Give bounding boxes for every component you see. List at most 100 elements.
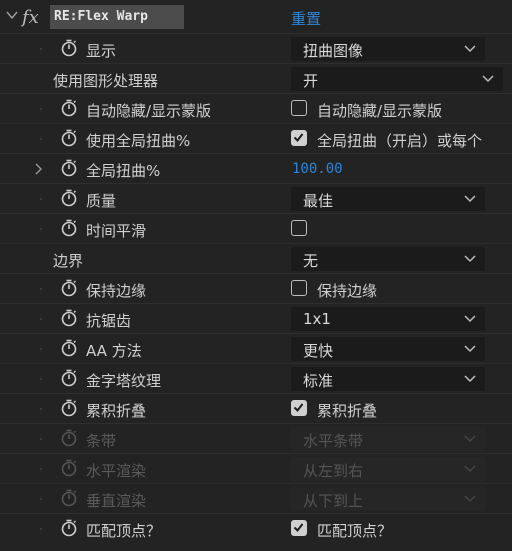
row-border: 边界 无	[0, 243, 512, 274]
row-use-gpu: 使用图形处理器 开	[0, 63, 512, 94]
row-label: AA 方法	[86, 342, 142, 360]
tree-dot	[40, 348, 42, 350]
stopwatch-icon[interactable]	[60, 38, 78, 58]
row-match-vertices: 匹配顶点？ 匹配顶点？	[0, 513, 512, 544]
stopwatch-icon[interactable]	[60, 338, 78, 358]
stopwatch-icon[interactable]	[60, 218, 78, 238]
row-label: 垂直渲染	[86, 492, 147, 510]
dropdown-value: 1x1	[303, 310, 331, 328]
chevron-down-icon[interactable]	[5, 8, 19, 22]
row-label: 匹配顶点？	[86, 522, 162, 540]
tree-dot	[40, 528, 42, 530]
chevron-down-icon	[464, 345, 476, 353]
border-dropdown[interactable]: 无	[291, 247, 485, 271]
stopwatch-icon[interactable]	[60, 98, 78, 118]
tree-dot	[40, 288, 42, 290]
vertical-render-dropdown: 从下到上	[291, 487, 485, 511]
checkbox-label[interactable]: 自动隐藏/显示蒙版	[317, 100, 442, 121]
dropdown-value: 从下到上	[303, 492, 364, 510]
checkbox-label[interactable]: 全局扭曲（开启）或每个	[317, 130, 482, 151]
auto-hide-masks-checkbox[interactable]	[291, 100, 307, 116]
stopwatch-icon[interactable]	[60, 368, 78, 388]
stopwatch-icon[interactable]	[60, 158, 78, 178]
effect-name[interactable]: RE:Flex Warp	[50, 5, 184, 29]
tree-dot	[40, 468, 42, 470]
stopwatch-icon	[61, 429, 77, 447]
checkmark-icon	[293, 133, 304, 143]
stopwatch-icon[interactable]	[60, 128, 78, 148]
chevron-down-icon	[464, 465, 476, 473]
use-global-warp-checkbox[interactable]	[291, 130, 307, 146]
global-warp-value[interactable]: 100.00	[292, 161, 343, 177]
row-label: 累积折叠	[86, 402, 147, 420]
stopwatch-icon[interactable]	[60, 518, 78, 538]
chevron-right-icon[interactable]	[34, 162, 44, 176]
chevron-down-icon	[464, 45, 476, 53]
row-label: 抗锯齿	[86, 312, 132, 330]
time-smoothing-checkbox[interactable]	[291, 220, 307, 236]
reset-link[interactable]: 重置	[291, 8, 321, 29]
row-label: 显示	[86, 42, 117, 60]
accumulate-folds-checkbox[interactable]	[291, 400, 307, 416]
row-label: 金字塔纹理	[86, 372, 162, 390]
stopwatch-icon	[61, 489, 77, 507]
pyramid-texture-dropdown[interactable]: 标准	[291, 367, 485, 391]
antialiasing-dropdown[interactable]: 1x1	[291, 307, 485, 331]
row-label: 条带	[86, 432, 117, 450]
dropdown-value: 更快	[303, 342, 334, 360]
row-keep-edges: 保持边缘 保持边缘	[0, 273, 512, 304]
tree-dot	[40, 198, 42, 200]
stopwatch-icon[interactable]	[60, 398, 78, 418]
keep-edges-checkbox[interactable]	[291, 280, 307, 296]
row-pyramid-texture: 金字塔纹理 标准	[0, 363, 512, 394]
checkmark-icon	[293, 403, 304, 413]
row-aa-method: AA 方法 更快	[0, 333, 512, 364]
tree-dot	[40, 48, 42, 50]
stopwatch-icon[interactable]	[60, 308, 78, 328]
use-gpu-dropdown[interactable]: 开	[291, 67, 503, 91]
chevron-down-icon	[464, 255, 476, 263]
row-global-warp-percent: 全局扭曲% 100.00	[0, 153, 512, 184]
row-display: 显示 扭曲图像	[0, 33, 512, 64]
row-strips: 条带 水平条带	[0, 423, 512, 454]
fx-icon[interactable]: fx	[21, 5, 45, 29]
row-label: 保持边缘	[86, 282, 147, 300]
stopwatch-icon[interactable]	[60, 278, 78, 298]
quality-dropdown[interactable]: 最佳	[291, 187, 485, 211]
strips-dropdown: 水平条带	[291, 427, 485, 451]
row-label: 边界	[53, 252, 84, 270]
row-label: 全局扭曲%	[86, 162, 161, 180]
row-antialiasing: 抗锯齿 1x1	[0, 303, 512, 334]
chevron-down-icon	[482, 75, 494, 83]
row-quality: 质量 最佳	[0, 183, 512, 214]
aa-method-dropdown[interactable]: 更快	[291, 337, 485, 361]
tree-dot	[40, 108, 42, 110]
effect-controls-panel: fx RE:Flex Warp 重置 显示 扭曲图像 使用图形处理器 开 自动隐…	[0, 0, 512, 551]
checkbox-label[interactable]: 保持边缘	[317, 280, 377, 301]
checkbox-label[interactable]: 累积折叠	[317, 400, 377, 421]
match-vertices-checkbox[interactable]	[291, 520, 307, 536]
row-vertical-render: 垂直渲染 从下到上	[0, 483, 512, 514]
chevron-down-icon	[464, 435, 476, 443]
dropdown-value: 标准	[303, 372, 334, 390]
dropdown-value: 开	[303, 72, 319, 90]
row-accumulate-folds: 累积折叠 累积折叠	[0, 393, 512, 424]
stopwatch-icon	[61, 459, 77, 477]
tree-dot	[40, 378, 42, 380]
row-time-smoothing: 时间平滑	[0, 213, 512, 244]
checkbox-label[interactable]: 匹配顶点？	[317, 520, 392, 541]
stopwatch-icon[interactable]	[60, 188, 78, 208]
row-label: 使用全局扭曲%	[86, 132, 191, 150]
chevron-down-icon	[464, 315, 476, 323]
row-auto-hide-masks: 自动隐藏/显示蒙版 自动隐藏/显示蒙版	[0, 93, 512, 124]
row-horizontal-render: 水平渲染 从左到右	[0, 453, 512, 484]
row-label: 质量	[86, 192, 117, 210]
dropdown-value: 无	[303, 252, 319, 270]
checkmark-icon	[293, 523, 304, 533]
chevron-down-icon	[464, 195, 476, 203]
display-dropdown[interactable]: 扭曲图像	[291, 37, 485, 61]
tree-dot	[40, 318, 42, 320]
chevron-down-icon	[464, 495, 476, 503]
row-label: 水平渲染	[86, 462, 147, 480]
tree-dot	[40, 228, 42, 230]
